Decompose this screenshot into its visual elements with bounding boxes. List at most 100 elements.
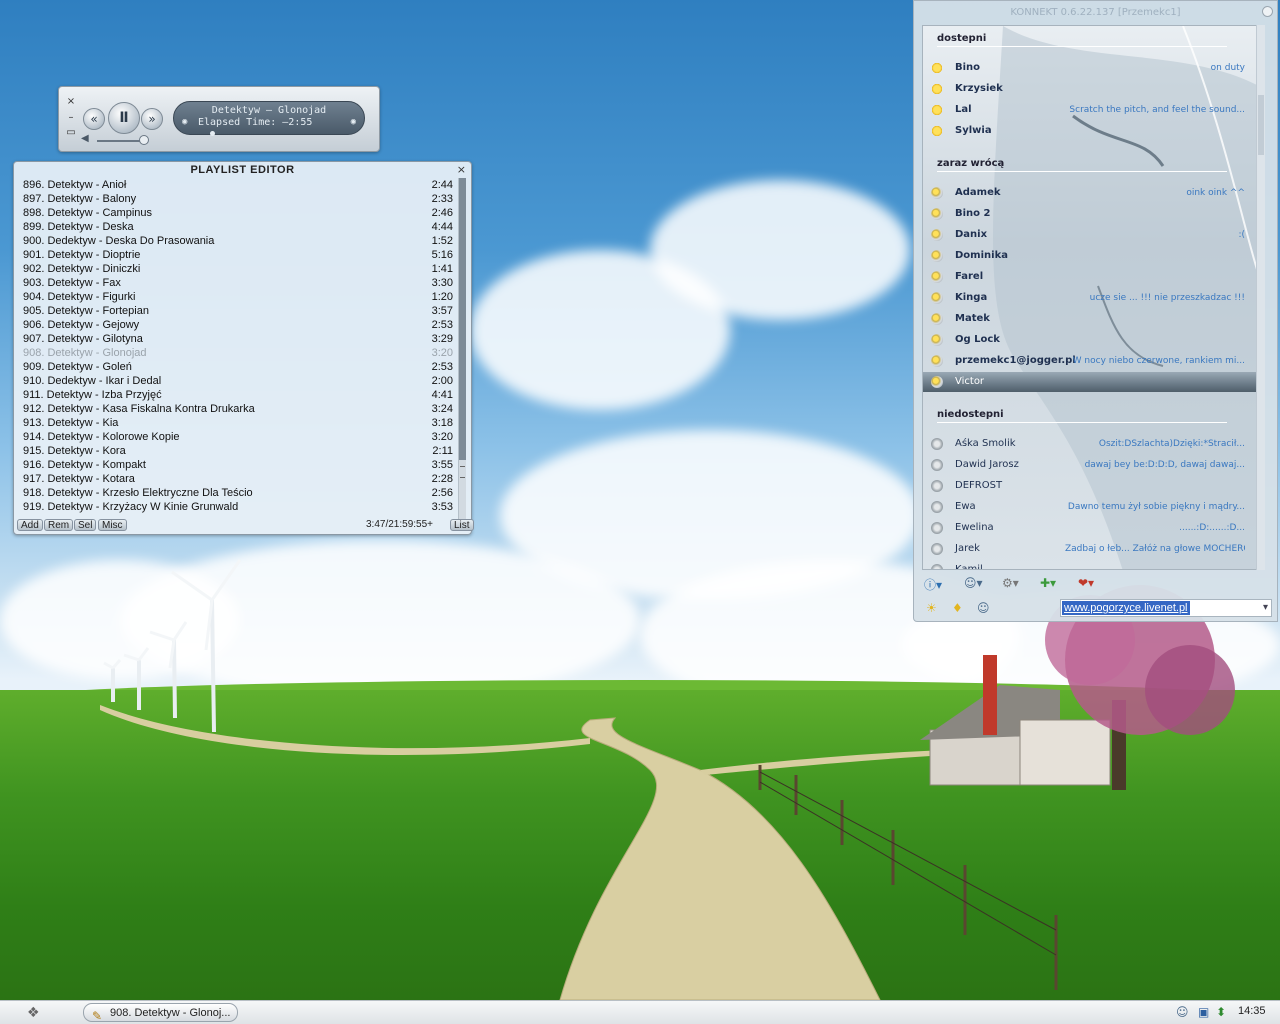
playlist-track-row[interactable]: 900. Dedektyw - Deska Do Prasowania 1:52: [21, 234, 461, 248]
seek-position-indicator[interactable]: [210, 131, 215, 136]
contact-name: DEFROST: [955, 480, 1003, 491]
playlist-track-row[interactable]: 911. Detektyw - Izba Przyjęć 4:41: [21, 388, 461, 402]
remove-button[interactable]: Rem: [44, 519, 74, 531]
contact-row[interactable]: Victor: [923, 372, 1257, 392]
status-description-input[interactable]: www.pogorzyce.livenet.pl ▾: [1060, 599, 1272, 617]
track-title: 910. Dedektyw - Ikar i Dedal: [23, 375, 162, 387]
playlist-track-row[interactable]: 916. Detektyw - Kompakt 3:55: [21, 458, 461, 472]
offline-status-icon: [931, 564, 943, 569]
playlist-track-row[interactable]: 914. Detektyw - Kolorowe Kopie 3:20: [21, 430, 461, 444]
plugins-puzzle-icon[interactable]: ✚▾: [1040, 576, 1056, 592]
playlist-track-row[interactable]: 910. Dedektyw - Ikar i Dedal 2:00: [21, 374, 461, 388]
track-title: 912. Detektyw - Kasa Fiskalna Kontra Dru…: [23, 403, 255, 415]
playlist-close-button[interactable]: ×: [457, 163, 466, 176]
contact-list-scrollbar[interactable]: [1256, 25, 1265, 570]
contact-row[interactable]: Aśka Smolik Oszit:DSzlachta)Dzięki:*Strac…: [923, 434, 1257, 454]
track-duration: 2:46: [431, 207, 453, 219]
info-menu-icon[interactable]: ⓘ▾: [924, 576, 942, 592]
playlist-track-row[interactable]: 906. Detektyw - Gejowy 2:53: [21, 318, 461, 332]
group-header-unavailable[interactable]: niedostepni: [937, 409, 1004, 420]
previous-button[interactable]: «: [83, 108, 105, 130]
track-duration: 3:53: [431, 501, 453, 513]
tray-network-icon[interactable]: ▣: [1198, 1005, 1209, 1019]
playlist-track-row[interactable]: 902. Detektyw - Diniczki 1:41: [21, 262, 461, 276]
contact-row[interactable]: Dawid Jarosz dawaj bey be:D:D:D, dawaj da…: [923, 455, 1257, 475]
chevron-down-icon[interactable]: ▾: [1263, 602, 1268, 613]
player-display: Detektyw – Glonojad ◉ Elapsed Time: –2:5…: [173, 101, 365, 136]
tray-status-icon[interactable]: ⬍: [1216, 1005, 1226, 1019]
start-menu-icon[interactable]: ❖: [27, 1005, 40, 1021]
contact-row[interactable]: Matek: [923, 309, 1257, 329]
contact-row[interactable]: Kamil: [923, 560, 1257, 570]
contact-row[interactable]: Bino on duty: [923, 58, 1257, 78]
playlist-track-row[interactable]: 896. Detektyw - Anioł 2:44: [21, 178, 461, 192]
offline-status-icon: [931, 459, 943, 471]
taskbar-button-player[interactable]: ✎ 908. Detektyw - Glonoj...: [83, 1003, 238, 1022]
contacts-menu-icon[interactable]: ☺▾: [964, 576, 983, 592]
contact-row[interactable]: Ewelina ......:D:......:D...: [923, 518, 1257, 538]
playlist-track-row[interactable]: 897. Detektyw - Balony 2:33: [21, 192, 461, 206]
contact-row[interactable]: Sylwia: [923, 121, 1257, 141]
playlist-track-row[interactable]: 912. Detektyw - Kasa Fiskalna Kontra Dru…: [21, 402, 461, 416]
contact-name: Kamil: [955, 564, 983, 570]
playlist-track-row[interactable]: 899. Detektyw - Deska 4:44: [21, 220, 461, 234]
playlist-scrollbar-thumb[interactable]: [459, 178, 466, 460]
contact-row[interactable]: Kinga ucze sie ... !!! nie przeszkadzac !…: [923, 288, 1257, 308]
select-button[interactable]: Sel: [74, 519, 97, 531]
playlist-track-row[interactable]: 898. Detektyw - Campinus 2:46: [21, 206, 461, 220]
konnekt-close-button[interactable]: [1262, 6, 1273, 17]
player-shade-button[interactable]: ▭: [65, 128, 77, 138]
pause-button[interactable]: Ⅱ: [108, 102, 140, 134]
list-button[interactable]: List: [450, 519, 474, 531]
display-right-dot-icon[interactable]: ◉: [351, 117, 356, 127]
group-header-available[interactable]: dostepni: [937, 33, 986, 44]
next-button[interactable]: »: [141, 108, 163, 130]
playlist-track-row[interactable]: 908. Detektyw - Glonojad 3:20: [21, 346, 461, 360]
misc-button[interactable]: Misc: [98, 519, 127, 531]
playlist-track-row[interactable]: 901. Detektyw - Dioptrie 5:16: [21, 248, 461, 262]
player-close-button[interactable]: ×: [65, 97, 77, 107]
playlist-track-row[interactable]: 909. Detektyw - Goleń 2:53: [21, 360, 461, 374]
playlist-scrollbar[interactable]: [458, 178, 466, 520]
add-button[interactable]: Add: [17, 519, 43, 531]
contact-list-scrollbar-thumb[interactable]: [1258, 95, 1264, 155]
contact-row[interactable]: przemekc1@jogger.pl W nocy niebo czerwone…: [923, 351, 1257, 371]
playlist-track-row[interactable]: 905. Detektyw - Fortepian 3:57: [21, 304, 461, 318]
playlist-track-row[interactable]: 917. Detektyw - Kotara 2:28: [21, 472, 461, 486]
contact-row[interactable]: Krzysiek: [923, 79, 1257, 99]
contact-row[interactable]: Lal Scratch the pitch, and feel the sound…: [923, 100, 1257, 120]
display-left-dot-icon[interactable]: ◉: [182, 117, 187, 127]
contact-name: Ewa: [955, 501, 976, 512]
contact-row[interactable]: Jarek Zadbaj o łeb... Załóż na głowe MOCH…: [923, 539, 1257, 559]
contact-row[interactable]: Bino 2: [923, 204, 1257, 224]
playlist-track-row[interactable]: 915. Detektyw - Kora 2:11: [21, 444, 461, 458]
player-minimize-button[interactable]: –: [65, 113, 77, 123]
lightbulb-icon[interactable]: ♦: [952, 601, 963, 617]
contact-row[interactable]: Danix:(: [923, 225, 1257, 245]
tray-user-icon[interactable]: ☺: [1176, 1005, 1189, 1019]
contact-name: Lal: [955, 104, 972, 115]
contact-row[interactable]: Dominika: [923, 246, 1257, 266]
group-header-back-soon[interactable]: zaraz wrócą: [937, 158, 1004, 169]
contact-row[interactable]: Farel: [923, 267, 1257, 287]
contact-row[interactable]: Og Lock: [923, 330, 1257, 350]
group-divider: [937, 422, 1227, 423]
playlist-track-row[interactable]: 919. Detektyw - Krzyżacy W Kinie Grunwal…: [21, 500, 461, 514]
contact-status-description: :(: [1238, 230, 1245, 240]
volume-slider-knob[interactable]: [139, 135, 149, 145]
contact-row[interactable]: Adamek oink oink ^^: [923, 183, 1257, 203]
contact-row[interactable]: Ewa Dawno temu żył sobie piękny i mądry..…: [923, 497, 1257, 517]
playlist-track-row[interactable]: 907. Detektyw - Gilotyna 3:29: [21, 332, 461, 346]
playlist-track-row[interactable]: 903. Detektyw - Fax 3:30: [21, 276, 461, 290]
status-menu-icon[interactable]: ❤▾: [1078, 576, 1094, 592]
status-sun-icon[interactable]: ☀: [926, 601, 937, 617]
away-status-icon: [931, 376, 943, 388]
offline-status-icon: [931, 543, 943, 555]
playlist-track-row[interactable]: 913. Detektyw - Kia 3:18: [21, 416, 461, 430]
playlist-track-row[interactable]: 904. Detektyw - Figurki 1:20: [21, 290, 461, 304]
playlist-track-row[interactable]: 918. Detektyw - Krzesło Elektryczne Dla …: [21, 486, 461, 500]
user-icon[interactable]: ☺: [977, 601, 990, 617]
settings-gear-icon[interactable]: ⚙▾: [1002, 576, 1019, 592]
track-title: Detektyw – Glonojad: [211, 105, 327, 116]
contact-row[interactable]: DEFROST: [923, 476, 1257, 496]
